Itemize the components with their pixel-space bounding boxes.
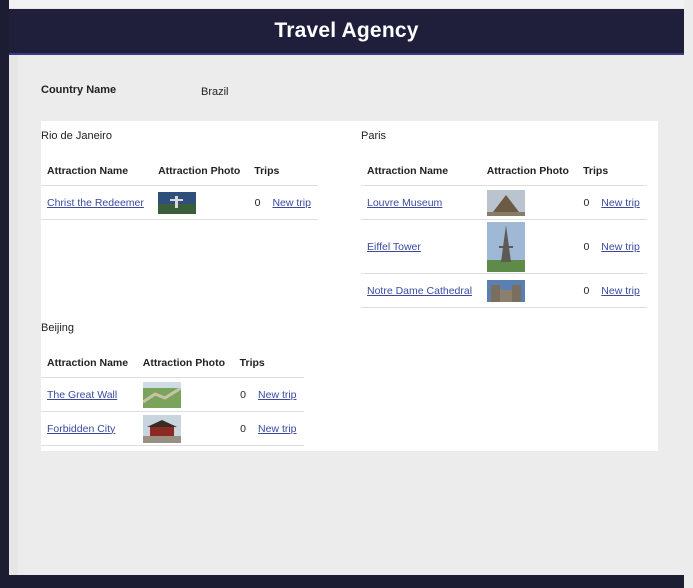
- forbidden-city-photo: [142, 414, 181, 443]
- column-header-attraction-name: Attraction Name: [41, 157, 153, 186]
- new-trip-link[interactable]: New trip: [258, 389, 297, 401]
- column-header-attraction-photo: Attraction Photo: [480, 157, 578, 186]
- trips-count: 0: [233, 377, 253, 412]
- eiffel-tower-photo: [486, 221, 525, 272]
- new-trip-link[interactable]: New trip: [272, 197, 311, 209]
- great-wall-photo: [142, 381, 181, 408]
- attractions-table: Attraction Name Attraction Photo Trips C…: [41, 157, 318, 220]
- new-trip-link[interactable]: New trip: [601, 241, 640, 253]
- new-trip-link[interactable]: New trip: [601, 285, 640, 297]
- country-name-label: Country Name: [41, 84, 117, 96]
- table-row: Louvre Museum 0 New trip: [361, 185, 647, 220]
- attraction-link-louvre-museum[interactable]: Louvre Museum: [367, 197, 442, 209]
- notre-dame-photo: [486, 279, 525, 302]
- column-header-trips: Trips: [248, 157, 318, 186]
- attraction-link-notre-dame-cathedral[interactable]: Notre Dame Cathedral: [367, 285, 472, 297]
- column-header-trips: Trips: [233, 349, 304, 378]
- table-row: The Great Wall 0 New trip: [41, 377, 304, 412]
- window-bottom-edge: [9, 575, 684, 588]
- table-row: Christ the Redeemer 0 New trip: [41, 185, 318, 220]
- trips-count: 0: [577, 219, 596, 274]
- window-top-edge: [0, 0, 693, 8]
- louvre-museum-photo: [486, 189, 525, 216]
- trips-count: 0: [248, 185, 267, 220]
- attraction-link-the-great-wall[interactable]: The Great Wall: [47, 389, 117, 401]
- new-trip-link[interactable]: New trip: [601, 197, 640, 209]
- table-row: Forbidden City 0 New trip: [41, 411, 304, 446]
- app-header: Travel Agency: [9, 9, 684, 55]
- window-left-edge: [0, 0, 9, 588]
- background-window-edge: [684, 0, 693, 588]
- trips-count: 0: [233, 411, 253, 446]
- cities-panel: Rio de Janeiro Attraction Name Attractio…: [41, 121, 658, 451]
- column-header-attraction-name: Attraction Name: [361, 157, 481, 186]
- attraction-link-forbidden-city[interactable]: Forbidden City: [47, 423, 115, 435]
- app-title: Travel Agency: [274, 19, 419, 42]
- city-name: Beijing: [41, 322, 75, 334]
- column-header-attraction-name: Attraction Name: [41, 349, 137, 378]
- column-header-attraction-photo: Attraction Photo: [152, 157, 249, 186]
- christ-the-redeemer-photo: [158, 191, 197, 214]
- column-header-trips: Trips: [577, 157, 647, 186]
- attractions-table: Attraction Name Attraction Photo Trips T…: [41, 349, 304, 446]
- city-name: Rio de Janeiro: [41, 130, 112, 142]
- attraction-link-eiffel-tower[interactable]: Eiffel Tower: [367, 241, 421, 253]
- table-row: Eiffel Tower 0 New trip: [361, 219, 647, 274]
- trips-count: 0: [577, 185, 596, 220]
- table-row: Notre Dame Cathedral 0 New trip: [361, 273, 647, 308]
- attraction-link-christ-the-redeemer[interactable]: Christ the Redeemer: [47, 197, 144, 209]
- column-header-attraction-photo: Attraction Photo: [136, 349, 234, 378]
- attractions-table: Attraction Name Attraction Photo Trips L…: [361, 157, 647, 308]
- city-name: Paris: [361, 130, 387, 142]
- trips-count: 0: [577, 273, 596, 308]
- new-trip-link[interactable]: New trip: [258, 423, 297, 435]
- country-name-value: Brazil: [201, 86, 229, 98]
